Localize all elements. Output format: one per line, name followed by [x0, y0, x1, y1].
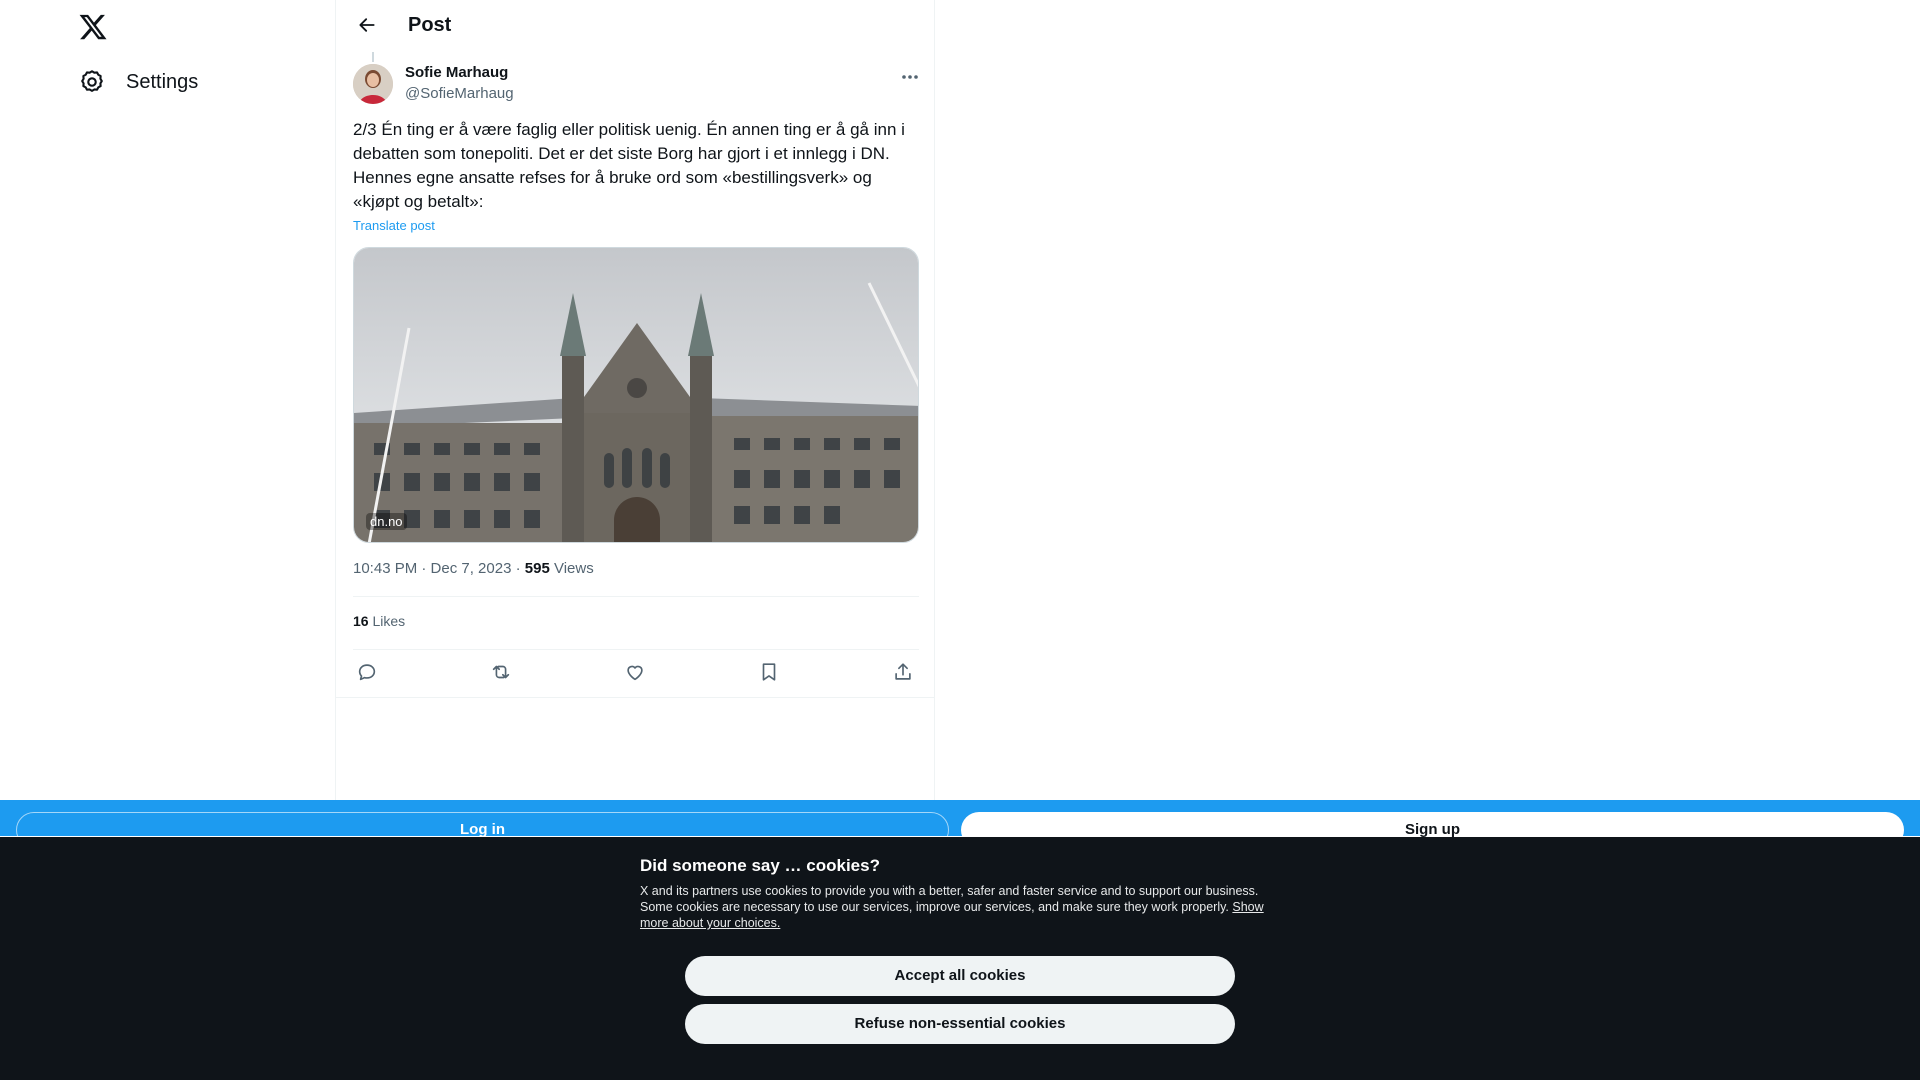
- x-logo-icon[interactable]: [78, 12, 110, 44]
- heart-icon: [624, 661, 646, 688]
- reply-icon: [356, 661, 378, 688]
- repost-icon: [490, 661, 512, 688]
- like-button[interactable]: [621, 660, 649, 688]
- share-button[interactable]: [889, 660, 917, 688]
- translate-post-link[interactable]: Translate post: [353, 218, 435, 233]
- cookie-description: X and its partners use cookies to provid…: [640, 883, 1280, 931]
- likes-label: Likes: [368, 613, 406, 629]
- bookmark-icon: [758, 661, 780, 688]
- link-domain: dn.no: [366, 513, 407, 530]
- cookie-body: X and its partners use cookies to provid…: [640, 884, 1259, 914]
- nav-item-settings[interactable]: Settings: [78, 68, 198, 96]
- page-header: Post: [336, 0, 934, 53]
- page-title: Post: [408, 14, 452, 36]
- post-timestamp[interactable]: 10:43 PM · Dec 7, 2023 ·: [353, 560, 525, 577]
- more-dots-icon: [901, 67, 919, 85]
- post-actions: [353, 660, 919, 688]
- bookmark-button[interactable]: [755, 660, 783, 688]
- repost-button[interactable]: [487, 660, 515, 688]
- arrow-left-icon: [357, 15, 377, 40]
- share-icon: [892, 661, 914, 688]
- nav-item-settings-label: Settings: [126, 70, 199, 93]
- views-count: 595: [524, 560, 550, 577]
- cookie-title: Did someone say … cookies?: [640, 856, 880, 875]
- author-handle[interactable]: @SofieMarhaug: [405, 85, 514, 102]
- link-card-image[interactable]: dn.no: [353, 247, 919, 543]
- likes-summary[interactable]: 16 Likes: [353, 613, 405, 629]
- post-meta: 10:43 PM · Dec 7, 2023 · 595 Views: [353, 560, 594, 577]
- accept-cookies-button[interactable]: Accept all cookies: [685, 956, 1235, 996]
- divider: [336, 697, 934, 698]
- thread-line: [372, 52, 374, 62]
- likes-count: 16: [353, 613, 369, 629]
- post-text: 2/3 Én ting er å være faglig eller polit…: [353, 120, 905, 211]
- reply-button[interactable]: [353, 660, 381, 688]
- refuse-cookies-button[interactable]: Refuse non-essential cookies: [685, 1004, 1235, 1044]
- author-name[interactable]: Sofie Marhaug: [405, 64, 508, 81]
- views-label: Views: [549, 560, 594, 577]
- divider: [353, 596, 919, 597]
- avatar[interactable]: [353, 64, 393, 104]
- more-options-button[interactable]: [898, 66, 922, 86]
- back-button[interactable]: [350, 12, 384, 42]
- gear-icon: [78, 68, 106, 96]
- divider: [353, 649, 919, 650]
- cookie-banner: Did someone say … cookies? X and its par…: [0, 837, 1920, 1080]
- main-column: Post Sofie Marhaug @SofieMarhaug 2/3 Én …: [335, 0, 935, 800]
